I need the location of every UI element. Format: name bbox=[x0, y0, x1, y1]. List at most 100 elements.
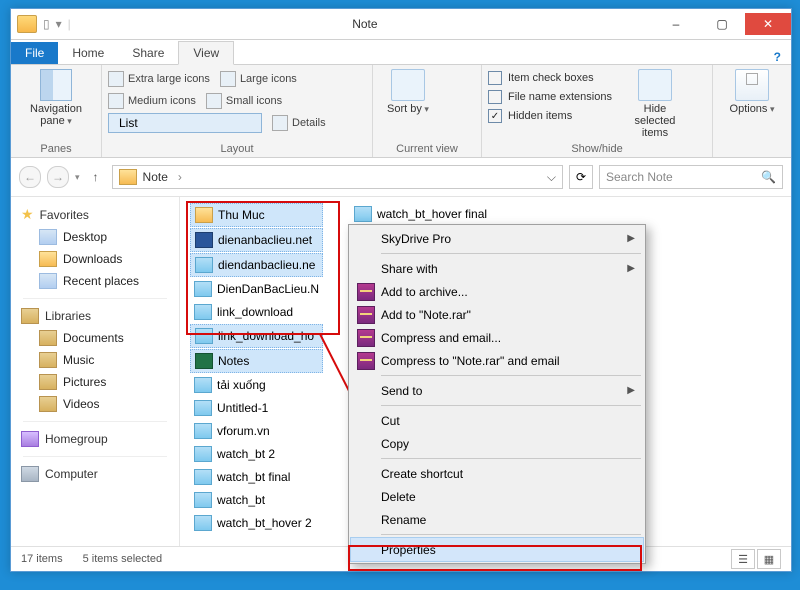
menu-cut[interactable]: Cut bbox=[351, 409, 643, 432]
tab-home[interactable]: Home bbox=[58, 42, 118, 64]
tree-computer[interactable]: Computer bbox=[11, 463, 179, 485]
view-extra-large-icons[interactable]: Extra large icons bbox=[108, 69, 210, 89]
window-title: Note bbox=[77, 17, 653, 31]
sort-by-button[interactable]: Sort by bbox=[379, 69, 437, 115]
list-item[interactable]: vforum.vn bbox=[190, 420, 323, 442]
tab-file[interactable]: File bbox=[11, 42, 58, 64]
list-item[interactable]: watch_bt final bbox=[190, 466, 323, 488]
minimize-button[interactable]: – bbox=[653, 13, 699, 35]
qat-button[interactable]: ▾ bbox=[56, 17, 62, 31]
list-item[interactable]: DienDanBacLieu.N bbox=[190, 278, 323, 300]
titlebar: ▯ ▾ | Note – ▢ ✕ bbox=[11, 9, 791, 40]
list-item[interactable]: dienanbaclieu.net bbox=[190, 228, 323, 252]
list-item[interactable]: Notes bbox=[190, 349, 323, 373]
up-button[interactable]: ↑ bbox=[86, 167, 106, 187]
tree-downloads[interactable]: Downloads bbox=[11, 248, 179, 270]
winrar-icon bbox=[357, 352, 375, 370]
tree-libraries[interactable]: Libraries bbox=[11, 305, 179, 327]
checkbox-hidden-items[interactable]: Hidden items bbox=[488, 109, 612, 123]
menu-compress-email[interactable]: Compress and email... bbox=[351, 326, 643, 349]
winrar-icon bbox=[357, 329, 375, 347]
list-item[interactable]: Thu Muc bbox=[190, 203, 323, 227]
menu-send-to[interactable]: Send to▶ bbox=[351, 379, 643, 402]
navigation-pane: ★Favorites Desktop Downloads Recent plac… bbox=[11, 197, 180, 546]
menu-rename[interactable]: Rename bbox=[351, 508, 643, 531]
close-button[interactable]: ✕ bbox=[745, 13, 791, 35]
hide-selected-items-button[interactable]: Hide selected items bbox=[626, 69, 684, 139]
options-button[interactable]: Options bbox=[723, 69, 781, 115]
tab-view[interactable]: View bbox=[178, 41, 234, 65]
tab-share[interactable]: Share bbox=[118, 42, 178, 64]
view-list[interactable]: List bbox=[108, 113, 262, 133]
menu-skydrive-pro[interactable]: SkyDrive Pro▶ bbox=[351, 227, 643, 250]
menu-share-with[interactable]: Share with▶ bbox=[351, 257, 643, 280]
folder-icon bbox=[17, 15, 37, 33]
status-item-count: 17 items bbox=[21, 553, 63, 565]
list-item[interactable]: tải xuống bbox=[190, 374, 323, 396]
pane-icon bbox=[40, 69, 72, 101]
sort-icon bbox=[391, 69, 425, 101]
list-item[interactable]: watch_bt_hover final bbox=[350, 203, 491, 225]
tree-homegroup[interactable]: Homegroup bbox=[11, 428, 179, 450]
context-menu: SkyDrive Pro▶ Share with▶ Add to archive… bbox=[348, 224, 646, 564]
forward-button[interactable]: → bbox=[47, 166, 69, 188]
tree-recent[interactable]: Recent places bbox=[11, 270, 179, 292]
list-item[interactable]: link_download bbox=[190, 301, 323, 323]
menu-add-archive[interactable]: Add to archive... bbox=[351, 280, 643, 303]
search-input[interactable]: Search Note 🔍 bbox=[599, 165, 783, 189]
breadcrumb[interactable]: Note bbox=[143, 170, 168, 184]
navigation-row: ← → ▾ ↑ Note ⌵ ⟳ Search Note 🔍 bbox=[11, 158, 791, 197]
menu-properties[interactable]: Properties bbox=[351, 538, 643, 561]
quick-access-toolbar: ▯ ▾ | bbox=[11, 15, 77, 33]
menu-add-note-rar[interactable]: Add to "Note.rar" bbox=[351, 303, 643, 326]
view-details[interactable]: Details bbox=[272, 113, 326, 133]
view-thumbnails-toggle[interactable]: ▦ bbox=[757, 549, 781, 569]
address-bar[interactable]: Note ⌵ bbox=[112, 165, 563, 189]
maximize-button[interactable]: ▢ bbox=[699, 13, 745, 35]
tree-favorites[interactable]: ★Favorites bbox=[11, 203, 179, 226]
group-label: Current view bbox=[379, 141, 475, 155]
ribbon-tabs: File Home Share View ? bbox=[11, 40, 791, 65]
menu-create-shortcut[interactable]: Create shortcut bbox=[351, 462, 643, 485]
status-selected-count: 5 items selected bbox=[83, 553, 162, 565]
tree-videos[interactable]: Videos bbox=[11, 393, 179, 415]
options-icon bbox=[735, 69, 769, 101]
menu-copy[interactable]: Copy bbox=[351, 432, 643, 455]
list-item[interactable]: watch_bt_hover 2 bbox=[190, 512, 323, 534]
checkbox-file-extensions[interactable]: File name extensions bbox=[488, 90, 612, 104]
homegroup-icon bbox=[21, 431, 39, 447]
menu-delete[interactable]: Delete bbox=[351, 485, 643, 508]
libraries-icon bbox=[21, 308, 39, 324]
list-item[interactable]: watch_bt bbox=[190, 489, 323, 511]
view-large-icons[interactable]: Large icons bbox=[220, 69, 297, 89]
winrar-icon bbox=[357, 283, 375, 301]
refresh-button[interactable]: ⟳ bbox=[569, 165, 593, 189]
star-icon: ★ bbox=[21, 206, 34, 223]
tree-desktop[interactable]: Desktop bbox=[11, 226, 179, 248]
back-button[interactable]: ← bbox=[19, 166, 41, 188]
address-dropdown[interactable]: ⌵ bbox=[547, 170, 556, 185]
view-medium-icons[interactable]: Medium icons bbox=[108, 91, 196, 111]
computer-icon bbox=[21, 466, 39, 482]
menu-compress-rar-email[interactable]: Compress to "Note.rar" and email bbox=[351, 349, 643, 372]
search-icon: 🔍 bbox=[761, 170, 776, 184]
list-item[interactable]: diendanbaclieu.ne bbox=[190, 253, 323, 277]
list-item[interactable]: Untitled-1 bbox=[190, 397, 323, 419]
navigation-pane-button[interactable]: Navigation pane bbox=[27, 69, 85, 127]
winrar-icon bbox=[357, 306, 375, 324]
group-label: Layout bbox=[108, 141, 366, 155]
view-small-icons[interactable]: Small icons bbox=[206, 91, 282, 111]
tree-music[interactable]: Music bbox=[11, 349, 179, 371]
list-item[interactable]: watch_bt 2 bbox=[190, 443, 323, 465]
folder-icon bbox=[119, 169, 137, 185]
group-label: Panes bbox=[17, 141, 95, 155]
checkbox-item-checkboxes[interactable]: Item check boxes bbox=[488, 71, 612, 85]
qat-button[interactable]: ▯ bbox=[43, 17, 50, 31]
tree-pictures[interactable]: Pictures bbox=[11, 371, 179, 393]
help-button[interactable]: ? bbox=[764, 50, 791, 64]
ribbon: Navigation pane Panes Extra large icons … bbox=[11, 65, 791, 158]
group-label: Show/hide bbox=[488, 141, 706, 155]
view-details-toggle[interactable]: ☰ bbox=[731, 549, 755, 569]
list-item[interactable]: link_download_ho bbox=[190, 324, 323, 348]
tree-documents[interactable]: Documents bbox=[11, 327, 179, 349]
